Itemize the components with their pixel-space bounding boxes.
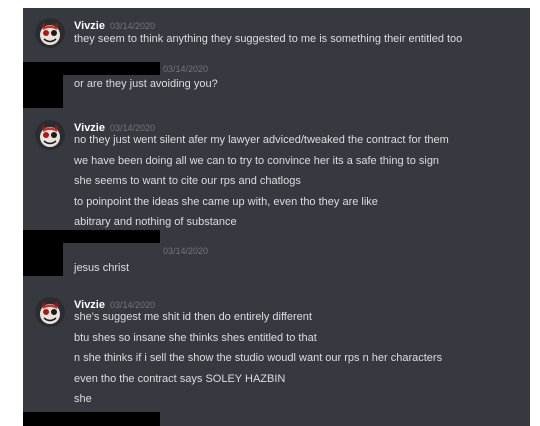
- message-text: or are they just avoiding you?: [74, 78, 218, 90]
- message-text: n she thinks if i sell the show the stud…: [74, 352, 443, 364]
- message-text: they seem to think anything they suggest…: [74, 33, 463, 45]
- message-text: jesus christ: [74, 262, 130, 274]
- user-avatar[interactable]: [35, 297, 65, 327]
- author-name[interactable]: Vivzie: [74, 20, 105, 32]
- message-text: no they just went silent afer my lawyer …: [74, 134, 449, 146]
- message-text: she: [74, 393, 92, 405]
- message-text: abitrary and nothing of substance: [74, 216, 237, 228]
- user-avatar[interactable]: [35, 18, 65, 48]
- redacted-author-block: [63, 230, 160, 243]
- redacted-avatar-block: [23, 412, 160, 426]
- user-avatar[interactable]: [35, 120, 65, 150]
- redacted-author-block: [63, 62, 160, 75]
- redacted-avatar-block: [23, 230, 63, 276]
- chat-message-list: Vivzie 03/14/2020 they seem to think anyt…: [23, 8, 530, 426]
- message-header: Vivzie 03/14/2020: [74, 295, 156, 311]
- redacted-avatar-block: [23, 62, 63, 108]
- message-text: she's suggest me shit id then do entirel…: [74, 311, 312, 323]
- message-timestamp: 03/14/2020: [163, 246, 209, 256]
- message-text: even tho the contract says SOLEY HAZBIN: [74, 373, 286, 385]
- message-text: btu shes so insane she thinks shes entit…: [74, 332, 317, 344]
- message-text: she seems to want to cite our rps and ch…: [74, 175, 301, 187]
- message-timestamp: 03/14/2020: [163, 64, 209, 74]
- message-header: Vivzie 03/14/2020: [74, 118, 156, 134]
- message-text: we have been doing all we can to try to …: [74, 155, 440, 167]
- message-timestamp: 03/14/2020: [110, 21, 156, 31]
- message-header: Vivzie 03/14/2020: [74, 16, 156, 32]
- message-text: to poinpoint the ideas she came up with,…: [74, 196, 378, 208]
- demon-avatar-icon: [35, 18, 65, 48]
- message-timestamp: 03/14/2020: [110, 123, 156, 133]
- demon-avatar-icon: [35, 297, 65, 327]
- message-timestamp: 03/14/2020: [110, 300, 156, 310]
- demon-avatar-icon: [35, 120, 65, 150]
